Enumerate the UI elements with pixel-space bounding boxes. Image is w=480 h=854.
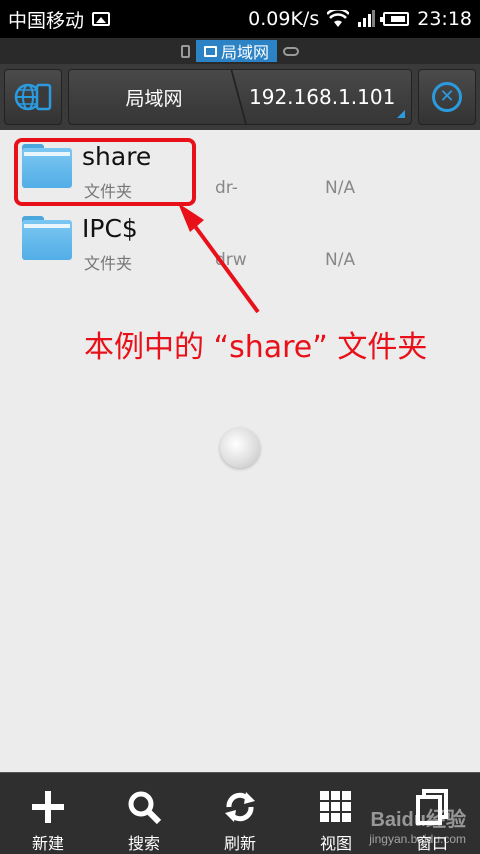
watermark-url: jingyan.baidu.com (369, 832, 466, 846)
bottom-toolbar: 新建 搜索 刷新 视图 窗口 Baidu经验 jingyan.baidu.com (0, 772, 480, 854)
refresh-label: 刷新 (223, 834, 256, 853)
view-label: 视图 (319, 834, 352, 853)
grid-icon (316, 787, 356, 826)
search-icon (124, 787, 164, 826)
watermark-brand: Baidu经验 (370, 809, 466, 831)
new-label: 新建 (31, 834, 64, 853)
refresh-button[interactable]: 刷新 (192, 773, 288, 854)
search-label: 搜索 (127, 834, 160, 853)
refresh-icon (220, 787, 260, 826)
search-button[interactable]: 搜索 (96, 773, 192, 854)
annotation-arrow (178, 203, 260, 314)
annotation-text: 本例中的 “share” 文件夹 (84, 330, 428, 365)
loading-spinner (220, 428, 260, 468)
new-button[interactable]: 新建 (0, 773, 96, 854)
plus-icon (28, 787, 68, 826)
baidu-watermark: Baidu经验 jingyan.baidu.com (369, 803, 466, 846)
